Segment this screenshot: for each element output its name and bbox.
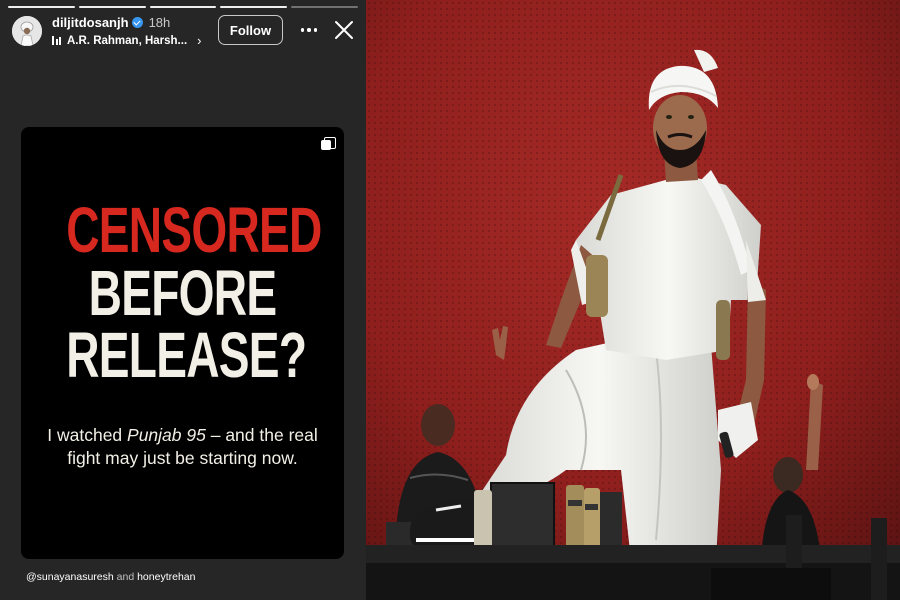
mention-conjunction: and (116, 571, 135, 583)
story-viewer: diljitdosanjh 18h A.R. Rahman, Harsh... ›… (0, 0, 366, 600)
story-header: diljitdosanjh 18h A.R. Rahman, Harsh... ›… (10, 14, 356, 50)
progress-segment (149, 6, 217, 8)
card-subtext: I watched Punjab 95 – and the real fight… (41, 424, 324, 470)
progress-segment (220, 6, 288, 8)
music-bars-icon (52, 36, 61, 45)
chevron-right-icon: › (197, 33, 202, 48)
story-post-card[interactable]: CENSORED BEFORE RELEASE? I watched Punja… (21, 127, 344, 559)
headline-line-2: BEFORE (88, 256, 277, 329)
music-attribution[interactable]: A.R. Rahman, Harsh... › (52, 33, 201, 48)
mention-sunayanasuresh[interactable]: @sunayanasuresh (26, 571, 114, 583)
music-artist-label: A.R. Rahman, Harsh... (67, 34, 188, 47)
concert-photo (366, 0, 900, 600)
headline: CENSORED BEFORE RELEASE? (21, 194, 344, 392)
mention-tags: @sunayanasuresh and honeytrehan (26, 571, 195, 583)
progress-segment (78, 6, 146, 8)
progress-segment (291, 6, 358, 8)
headline-line-1: CENSORED (66, 194, 322, 266)
verified-badge-icon (131, 17, 143, 28)
film-title: Punjab 95 (127, 425, 206, 445)
more-options-icon[interactable] (298, 18, 320, 42)
headline-line-3: RELEASE? (66, 319, 307, 392)
story-progress-bar (8, 6, 358, 8)
close-icon[interactable] (332, 18, 356, 42)
follow-button[interactable]: Follow (218, 15, 283, 45)
mention-honeytrehan[interactable]: honeytrehan (137, 571, 195, 583)
username[interactable]: diljitdosanjh (52, 15, 129, 30)
progress-segment (8, 6, 75, 8)
subtext-prefix: I watched (47, 425, 128, 445)
carousel-icon (321, 137, 336, 150)
avatar[interactable] (12, 16, 42, 46)
username-row: diljitdosanjh 18h (52, 15, 170, 30)
timestamp: 18h (148, 15, 171, 30)
